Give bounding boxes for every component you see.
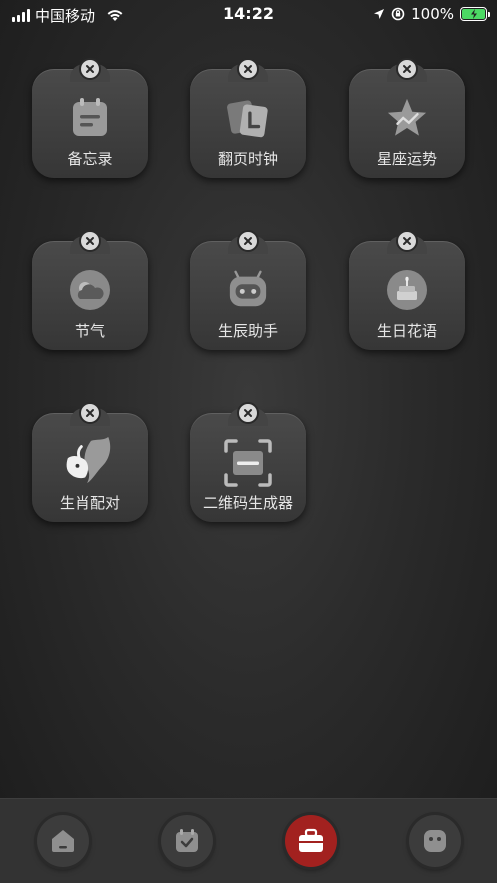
zodiac-pair-icon (64, 436, 116, 488)
tab-toolbox[interactable] (285, 815, 337, 867)
close-icon (86, 409, 94, 417)
widget-label: 节气 (74, 322, 105, 340)
signal-icon (12, 9, 30, 22)
delete-widget-button[interactable] (79, 230, 101, 252)
status-right: 100% (373, 5, 490, 23)
flip-clock-icon (227, 97, 269, 139)
calendar-check-icon (176, 829, 198, 852)
battery-icon (460, 7, 490, 21)
delete-widget-button[interactable] (396, 230, 418, 252)
tab-calendar[interactable] (161, 815, 213, 867)
tab-profile[interactable] (409, 815, 461, 867)
widget-tile[interactable]: 节气 (32, 230, 148, 350)
widget-label: 翻页时钟 (217, 150, 278, 168)
home-icon (52, 830, 74, 852)
widget-label: 生肖配对 (59, 494, 120, 512)
close-icon (244, 237, 252, 245)
delete-widget-button[interactable] (79, 402, 101, 424)
widget-label: 星座运势 (376, 150, 437, 168)
widget-label: 备忘录 (67, 150, 113, 168)
delete-widget-button[interactable] (237, 230, 259, 252)
close-icon (403, 237, 411, 245)
close-icon (403, 65, 411, 73)
rotation-lock-icon (391, 7, 405, 21)
wifi-icon (107, 10, 123, 21)
weather-cloud-icon (69, 269, 111, 311)
carrier-name: 中国移动 (35, 7, 96, 25)
tab-home[interactable] (37, 815, 89, 867)
memo-icon (69, 97, 111, 139)
location-arrow-icon (374, 9, 385, 19)
widget-tile[interactable]: 备忘录 (32, 58, 148, 178)
face-icon (424, 830, 446, 852)
birthday-cake-icon (386, 269, 428, 311)
battery-percent: 100% (411, 5, 454, 23)
delete-widget-button[interactable] (396, 58, 418, 80)
widget-label: 生辰助手 (217, 322, 278, 340)
widget-tile[interactable]: 生日花语 (349, 230, 465, 350)
widget-tile[interactable]: 生肖配对 (32, 402, 148, 522)
star-icon (386, 97, 428, 139)
widget-tile[interactable]: 星座运势 (349, 58, 465, 178)
close-icon (244, 65, 252, 73)
close-icon (244, 409, 252, 417)
qr-scan-icon (223, 438, 273, 488)
robot-icon (227, 269, 269, 311)
delete-widget-button[interactable] (79, 58, 101, 80)
close-icon (86, 237, 94, 245)
widget-label: 二维码生成器 (202, 494, 293, 512)
bottom-tab-bar (0, 798, 497, 883)
widget-label: 生日花语 (376, 322, 437, 340)
delete-widget-button[interactable] (237, 58, 259, 80)
status-bar: 中国移动 14:22 100% (0, 0, 497, 30)
close-icon (86, 65, 94, 73)
status-left: 中国移动 (12, 5, 124, 26)
widget-tile[interactable]: 二维码生成器 (190, 402, 306, 522)
delete-widget-button[interactable] (237, 402, 259, 424)
widget-tile[interactable]: 翻页时钟 (190, 58, 306, 178)
widget-tile[interactable]: 生辰助手 (190, 230, 306, 350)
toolbox-icon (299, 828, 323, 852)
